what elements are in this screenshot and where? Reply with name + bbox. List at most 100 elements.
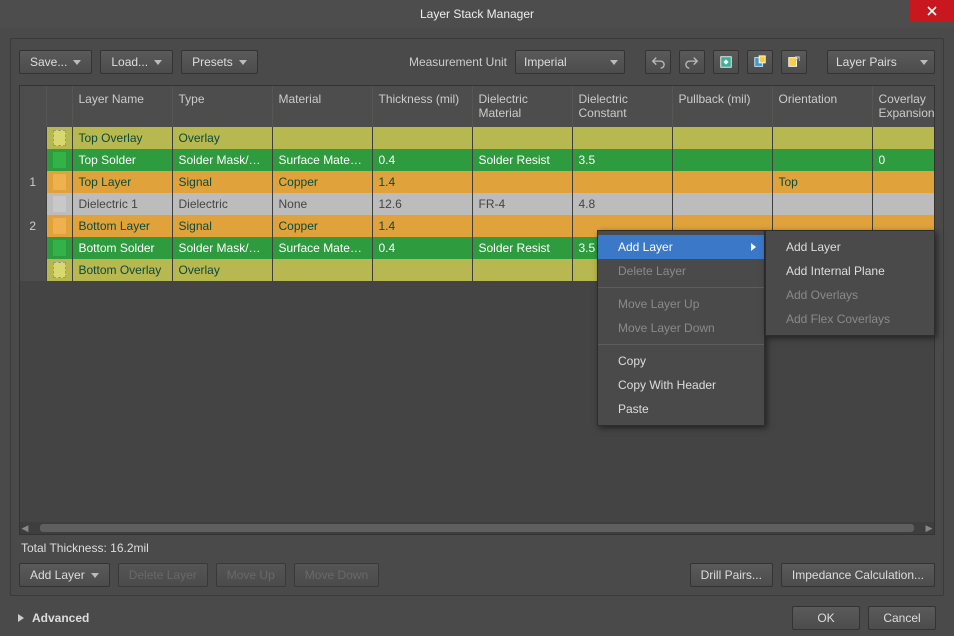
drill-pairs-button[interactable]: Drill Pairs...	[690, 563, 773, 587]
ctx-sub-add-layer[interactable]: Add Layer	[766, 235, 934, 259]
cell-layer-name[interactable]: Dielectric 1	[72, 193, 172, 215]
cell-type[interactable]: Signal	[172, 215, 272, 237]
cell-orientation[interactable]	[772, 193, 872, 215]
table-row[interactable]: Top OverlayOverlay	[20, 127, 935, 149]
load-button[interactable]: Load...	[100, 50, 173, 74]
table-row[interactable]: Dielectric 1DielectricNone12.6FR-44.8	[20, 193, 935, 215]
row-index	[20, 259, 46, 281]
table-row[interactable]: Top SolderSolder Mask/Co...Surface Mater…	[20, 149, 935, 171]
cell-pullback[interactable]	[672, 127, 772, 149]
cell-dielectric-constant[interactable]: 3.5	[572, 149, 672, 171]
cell-material[interactable]: Copper	[272, 215, 372, 237]
cell-pullback[interactable]	[672, 193, 772, 215]
tool-c-button[interactable]	[781, 50, 807, 74]
ctx-paste[interactable]: Paste	[598, 397, 764, 421]
cell-type[interactable]: Solder Mask/Co...	[172, 149, 272, 171]
cell-orientation[interactable]: Top	[772, 171, 872, 193]
cell-orientation[interactable]	[772, 127, 872, 149]
presets-button[interactable]: Presets	[181, 50, 258, 74]
context-menu-main: Add Layer Delete Layer Move Layer Up Mov…	[597, 230, 765, 426]
cell-dielectric-constant[interactable]	[572, 127, 672, 149]
cell-dielectric-constant[interactable]: 4.8	[572, 193, 672, 215]
ctx-copy-header[interactable]: Copy With Header	[598, 373, 764, 397]
cell-thickness[interactable]: 0.4	[372, 237, 472, 259]
cell-layer-name[interactable]: Bottom Layer	[72, 215, 172, 237]
col-material[interactable]: Material	[272, 86, 372, 127]
expand-arrow-icon[interactable]	[18, 614, 24, 622]
delete-layer-button[interactable]: Delete Layer	[118, 563, 208, 587]
col-dielectric-material[interactable]: Dielectric Material	[472, 86, 572, 127]
measurement-unit-select[interactable]: Imperial	[515, 50, 625, 74]
cell-dielectric-material[interactable]	[472, 259, 572, 281]
col-type[interactable]: Type	[172, 86, 272, 127]
cell-coverlay[interactable]	[872, 171, 935, 193]
ctx-sub-add-plane[interactable]: Add Internal Plane	[766, 259, 934, 283]
cell-dielectric-material[interactable]: Solder Resist	[472, 149, 572, 171]
row-color-swatch	[46, 193, 72, 215]
cell-thickness[interactable]	[372, 259, 472, 281]
header-row: Layer Name Type Material Thickness (mil)…	[20, 86, 935, 127]
col-orientation[interactable]: Orientation	[772, 86, 872, 127]
cell-type[interactable]: Dielectric	[172, 193, 272, 215]
horizontal-scrollbar[interactable]: ◀ ▶	[20, 522, 934, 534]
redo-button[interactable]	[679, 50, 705, 74]
save-button[interactable]: Save...	[19, 50, 92, 74]
cell-dielectric-constant[interactable]	[572, 171, 672, 193]
cell-dielectric-material[interactable]	[472, 171, 572, 193]
cell-coverlay[interactable]: 0	[872, 149, 935, 171]
scroll-thumb[interactable]	[40, 524, 914, 532]
cell-coverlay[interactable]	[872, 193, 935, 215]
cell-material[interactable]: Copper	[272, 171, 372, 193]
tool-b-button[interactable]	[747, 50, 773, 74]
cell-thickness[interactable]: 0.4	[372, 149, 472, 171]
col-thickness[interactable]: Thickness (mil)	[372, 86, 472, 127]
cell-dielectric-material[interactable]	[472, 127, 572, 149]
row-index	[20, 193, 46, 215]
ok-button[interactable]: OK	[792, 606, 860, 630]
cell-type[interactable]: Overlay	[172, 259, 272, 281]
cell-material[interactable]: Surface Material	[272, 237, 372, 259]
cell-material[interactable]: Surface Material	[272, 149, 372, 171]
cell-thickness[interactable]: 12.6	[372, 193, 472, 215]
col-pullback[interactable]: Pullback (mil)	[672, 86, 772, 127]
cell-dielectric-material[interactable]: Solder Resist	[472, 237, 572, 259]
move-up-button[interactable]: Move Up	[216, 563, 286, 587]
move-down-button[interactable]: Move Down	[294, 563, 379, 587]
cell-pullback[interactable]	[672, 149, 772, 171]
cell-thickness[interactable]: 1.4	[372, 171, 472, 193]
undo-button[interactable]	[645, 50, 671, 74]
cell-material[interactable]	[272, 259, 372, 281]
cell-orientation[interactable]	[772, 149, 872, 171]
col-layer-name[interactable]: Layer Name	[72, 86, 172, 127]
cell-thickness[interactable]: 1.4	[372, 215, 472, 237]
cell-dielectric-material[interactable]	[472, 215, 572, 237]
cell-coverlay[interactable]	[872, 127, 935, 149]
ctx-add-layer[interactable]: Add Layer	[598, 235, 764, 259]
advanced-toggle[interactable]: Advanced	[32, 611, 89, 625]
col-coverlay[interactable]: Coverlay Expansion	[872, 86, 935, 127]
cell-layer-name[interactable]: Top Overlay	[72, 127, 172, 149]
cell-layer-name[interactable]: Top Layer	[72, 171, 172, 193]
cell-dielectric-material[interactable]: FR-4	[472, 193, 572, 215]
scroll-right-icon[interactable]: ▶	[924, 523, 934, 534]
cell-thickness[interactable]	[372, 127, 472, 149]
cell-material[interactable]: None	[272, 193, 372, 215]
cell-type[interactable]: Solder Mask/Co...	[172, 237, 272, 259]
cancel-button[interactable]: Cancel	[868, 606, 936, 630]
add-layer-button[interactable]: Add Layer	[19, 563, 110, 587]
col-dielectric-constant[interactable]: Dielectric Constant	[572, 86, 672, 127]
cell-layer-name[interactable]: Bottom Solder	[72, 237, 172, 259]
cell-material[interactable]	[272, 127, 372, 149]
table-row[interactable]: 1Top LayerSignalCopper1.4Top	[20, 171, 935, 193]
cell-layer-name[interactable]: Bottom Overlay	[72, 259, 172, 281]
layer-mode-select[interactable]: Layer Pairs	[827, 50, 935, 74]
close-button[interactable]	[910, 0, 954, 22]
cell-type[interactable]: Overlay	[172, 127, 272, 149]
cell-pullback[interactable]	[672, 171, 772, 193]
cell-type[interactable]: Signal	[172, 171, 272, 193]
impedance-button[interactable]: Impedance Calculation...	[781, 563, 935, 587]
tool-a-button[interactable]	[713, 50, 739, 74]
ctx-copy[interactable]: Copy	[598, 349, 764, 373]
cell-layer-name[interactable]: Top Solder	[72, 149, 172, 171]
scroll-left-icon[interactable]: ◀	[20, 523, 30, 534]
